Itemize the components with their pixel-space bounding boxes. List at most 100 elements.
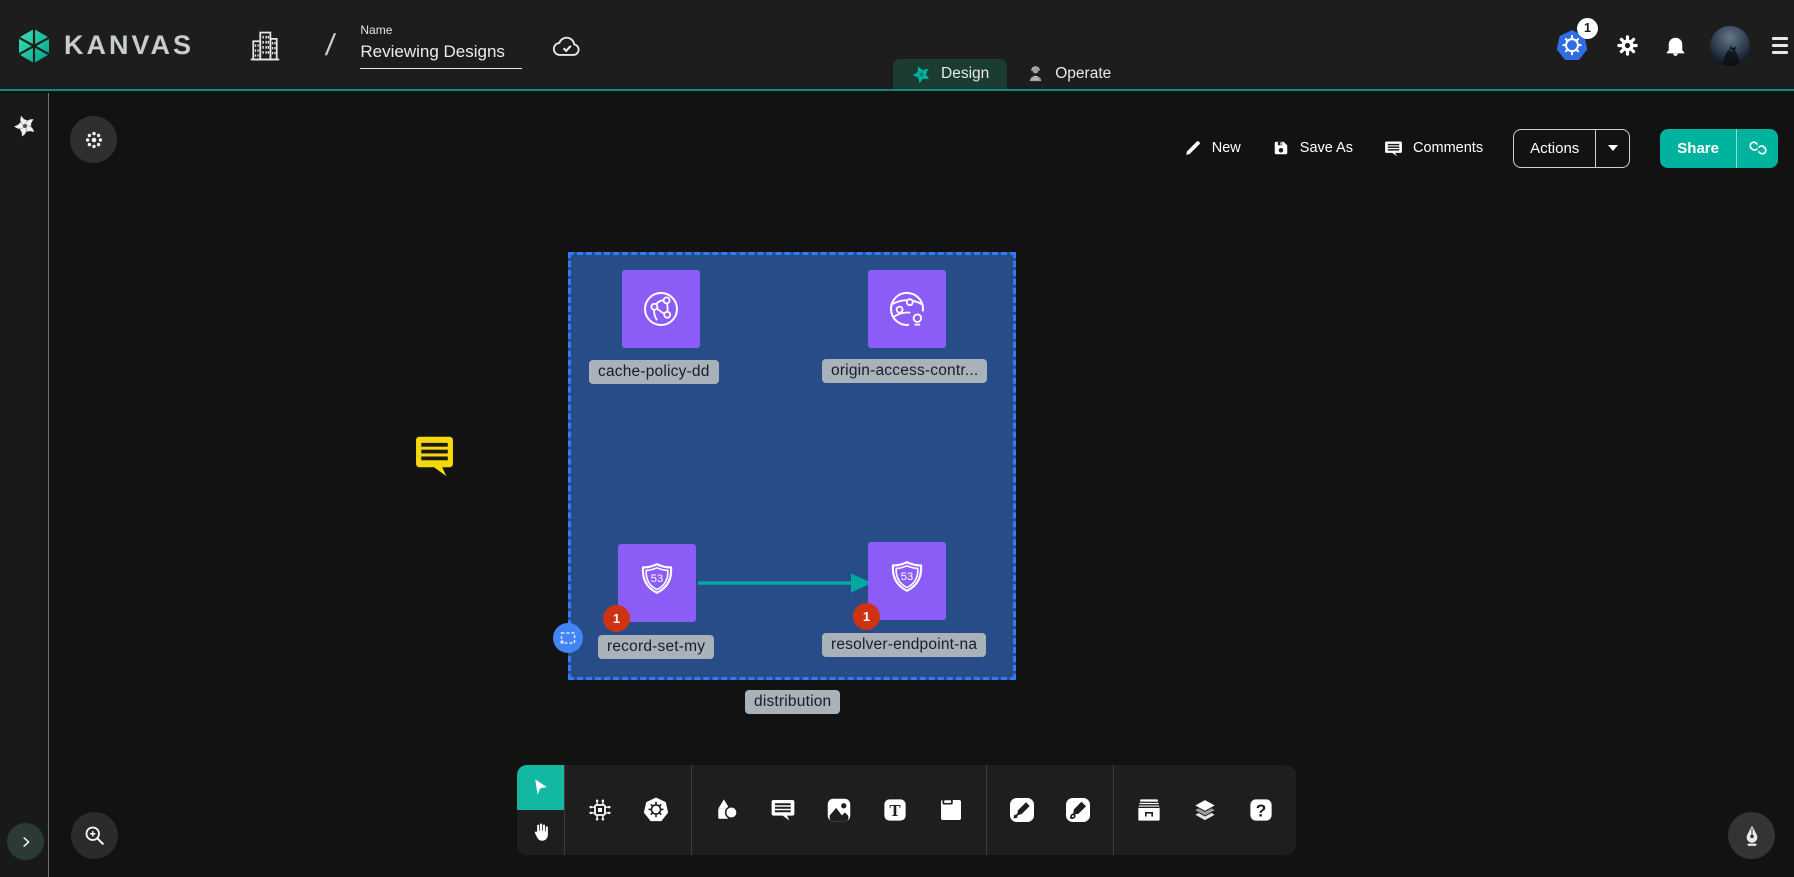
image-icon — [824, 795, 854, 825]
selection-handle[interactable] — [553, 623, 583, 653]
save-as-label: Save As — [1300, 140, 1353, 156]
snowflake-icon — [82, 128, 106, 152]
kanvas-app: KANVAS / Name — [0, 0, 1794, 877]
actions-caret[interactable] — [1595, 130, 1629, 167]
node-resolver-endpoint[interactable]: 53 — [868, 542, 946, 620]
text-tool[interactable]: T — [870, 775, 920, 845]
zoom-in-button[interactable] — [71, 812, 118, 859]
question-icon: ? — [1246, 795, 1276, 825]
design-swirl-icon — [911, 64, 932, 85]
comments-icon — [1383, 138, 1404, 159]
chip-icon — [585, 795, 615, 825]
app-header: KANVAS / Name — [0, 0, 1794, 91]
cloud-check-icon — [548, 29, 586, 63]
help-tool[interactable]: ? — [1236, 775, 1286, 845]
tab-operate[interactable]: Operate — [1007, 59, 1129, 89]
pen-arrow-tool[interactable] — [997, 775, 1047, 845]
meshery-swirl-icon[interactable] — [12, 113, 38, 139]
hand-icon — [529, 821, 552, 844]
kanvas-hexagon-icon — [14, 26, 54, 66]
snowflake-button[interactable] — [70, 116, 117, 163]
name-field-label: Name — [360, 23, 522, 37]
kubernetes-tool[interactable] — [631, 775, 681, 845]
zoom-in-icon — [82, 823, 107, 848]
menu-icon[interactable] — [1772, 37, 1788, 54]
caret-down-icon — [1607, 144, 1619, 152]
design-toolbar: New Save As Comments Actions — [1183, 128, 1778, 168]
mode-tabs: Design Operate — [893, 59, 1129, 89]
copy-link-button[interactable] — [1736, 129, 1778, 168]
select-area-icon — [559, 631, 577, 645]
svg-text:?: ? — [1256, 800, 1267, 820]
left-sidebar — [0, 93, 49, 877]
node-record-set[interactable]: 53 — [618, 544, 696, 622]
comments-button[interactable]: Comments — [1383, 138, 1483, 159]
new-button[interactable]: New — [1183, 138, 1241, 158]
infrastructure-tool[interactable] — [575, 775, 625, 845]
node-origin-access[interactable] — [868, 270, 946, 348]
svg-text:53: 53 — [901, 571, 913, 583]
comment-marker-icon[interactable] — [413, 433, 456, 480]
cursor-icon — [529, 776, 552, 799]
layers-icon — [1189, 794, 1221, 826]
node-label[interactable]: cache-policy-dd — [589, 360, 719, 384]
new-label: New — [1212, 140, 1241, 156]
drawer-icon — [1133, 794, 1165, 826]
tab-design[interactable]: Design — [893, 59, 1007, 89]
origin-access-globe-icon — [883, 285, 931, 333]
node-badge[interactable]: 1 — [853, 603, 880, 630]
actions-label: Actions — [1514, 130, 1595, 167]
comment-tool[interactable] — [758, 775, 808, 845]
bell-icon[interactable] — [1663, 33, 1688, 58]
sketch-tool[interactable] — [1053, 775, 1103, 845]
note-icon — [936, 795, 966, 825]
design-name-field: Name — [360, 23, 522, 69]
svg-text:53: 53 — [651, 573, 663, 585]
operate-person-icon — [1025, 64, 1046, 85]
gear-icon[interactable] — [1614, 32, 1641, 59]
pen-arrow-icon — [1006, 794, 1038, 826]
kubernetes-status[interactable]: 1 — [1552, 26, 1592, 66]
kanvas-logo[interactable]: KANVAS — [14, 26, 194, 66]
route53-shield-icon: 53 — [883, 557, 931, 605]
node-badge[interactable]: 1 — [603, 605, 630, 632]
cloudfront-globe-icon — [637, 285, 685, 333]
edge-arrow[interactable] — [696, 568, 874, 598]
breadcrumb-separator: / — [324, 29, 337, 63]
cursor-tool[interactable] — [517, 765, 564, 810]
kubernetes-wheel-icon — [640, 794, 672, 826]
sidebar-expand-button[interactable] — [7, 823, 44, 860]
avatar[interactable] — [1710, 26, 1750, 66]
node-label[interactable]: origin-access-contr... — [822, 359, 987, 383]
note-tool[interactable] — [926, 775, 976, 845]
save-as-button[interactable]: Save As — [1271, 138, 1353, 158]
shapes-icon — [712, 795, 742, 825]
building-icon[interactable] — [246, 27, 284, 65]
link-icon — [1748, 138, 1768, 158]
drawer-tool[interactable] — [1124, 775, 1174, 845]
route53-shield-icon: 53 — [633, 559, 681, 607]
tab-operate-label: Operate — [1055, 65, 1111, 83]
node-label[interactable]: resolver-endpoint-na — [822, 633, 986, 657]
kubernetes-badge: 1 — [1577, 18, 1598, 39]
design-name-input[interactable] — [360, 40, 522, 69]
comment-bubble-icon — [768, 795, 798, 825]
comments-label: Comments — [1413, 140, 1483, 156]
layers-tool[interactable] — [1180, 775, 1230, 845]
pen-nib-button[interactable] — [1728, 812, 1775, 859]
image-tool[interactable] — [814, 775, 864, 845]
hand-tool[interactable] — [517, 810, 564, 855]
pencil-scribble-icon — [1062, 794, 1094, 826]
shapes-tool[interactable] — [702, 775, 752, 845]
text-icon: T — [880, 795, 910, 825]
pencil-icon — [1183, 138, 1203, 158]
actions-button[interactable]: Actions — [1513, 129, 1630, 168]
chevron-right-icon — [17, 833, 35, 851]
node-cache-policy[interactable] — [622, 270, 700, 348]
node-label[interactable]: record-set-my — [598, 635, 714, 659]
share-button[interactable]: Share — [1660, 129, 1778, 168]
tab-design-label: Design — [941, 65, 989, 83]
share-label: Share — [1660, 129, 1736, 168]
group-label[interactable]: distribution — [745, 690, 840, 714]
pen-nib-icon — [1739, 823, 1765, 849]
